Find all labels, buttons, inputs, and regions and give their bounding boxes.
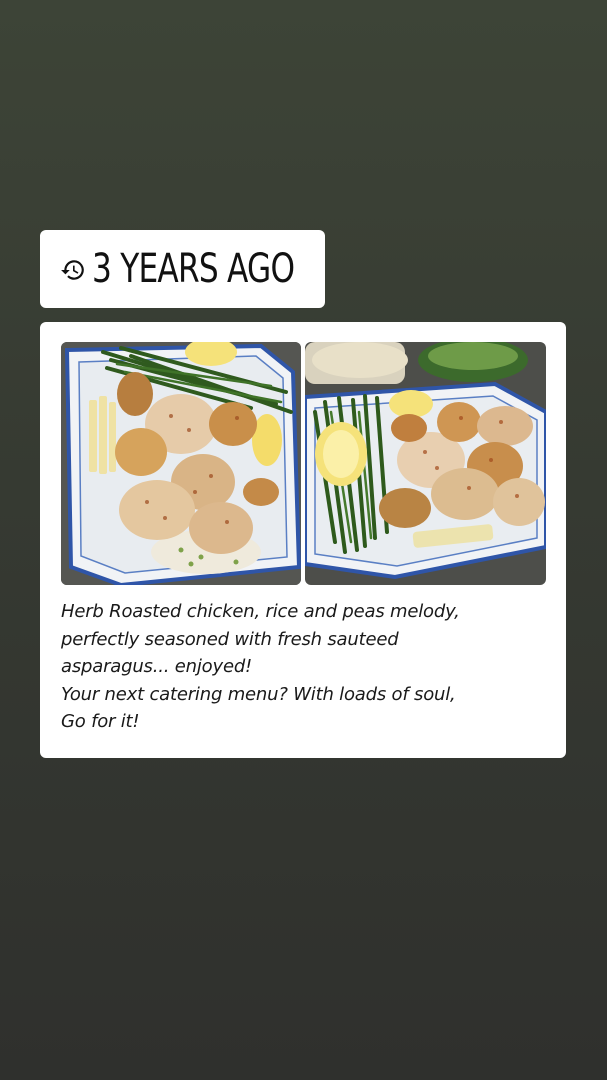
memory-post-card[interactable]: Herb Roasted chicken, rice and peas melo… [40, 322, 566, 758]
food-photo-left[interactable] [61, 342, 301, 585]
memory-label: 3 YEARS AGO [92, 246, 295, 292]
post-caption: Herb Roasted chicken, rice and peas melo… [61, 601, 460, 732]
food-photo-right[interactable] [305, 342, 546, 585]
history-icon [60, 257, 86, 283]
memory-sticker[interactable]: 3 YEARS AGO [40, 230, 325, 308]
